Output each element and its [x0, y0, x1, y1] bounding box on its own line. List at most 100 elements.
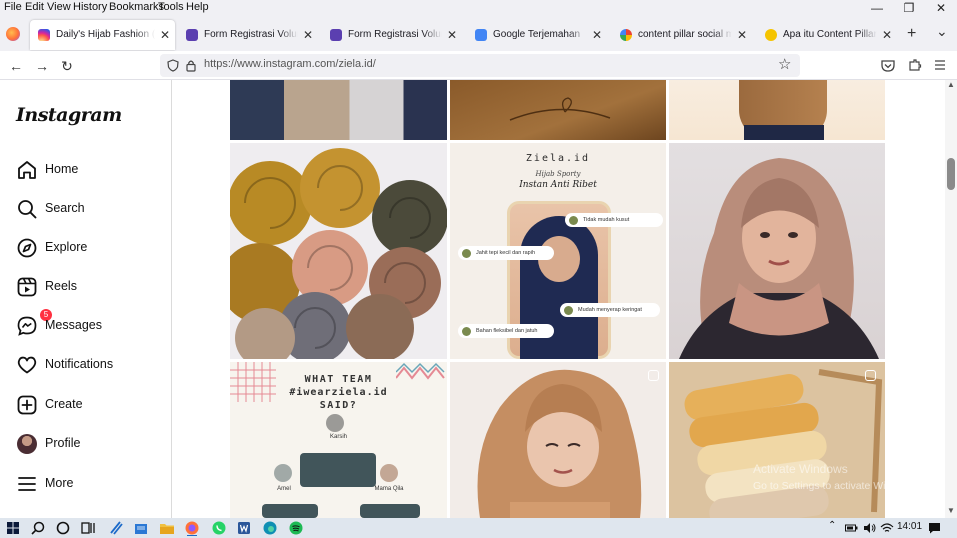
tab-label: Google Terjemahan: [493, 29, 581, 40]
carousel-icon: [865, 370, 876, 381]
post-thumbnail[interactable]: Activate Windows: [669, 362, 885, 518]
menu-tools[interactable]: Tools: [158, 1, 184, 13]
shield-icon[interactable]: [167, 59, 179, 72]
hamburger-menu-icon[interactable]: [934, 59, 946, 71]
visual-studio-code-icon[interactable]: [108, 520, 124, 536]
activate-windows-subtitle: Go to Settings to activate Windows.: [753, 480, 919, 492]
list-tabs-button[interactable]: ⌄: [936, 23, 948, 40]
post-thumbnail[interactable]: [450, 362, 666, 518]
windows-start-icon[interactable]: [5, 520, 21, 536]
volume-icon[interactable]: [863, 522, 877, 534]
tab-content-pillar-search[interactable]: content pillar social media - Google ✕: [612, 20, 752, 50]
menu-view[interactable]: View: [47, 1, 71, 13]
scrollbar-thumb[interactable]: [947, 158, 955, 190]
folded-hijabs-image: [669, 362, 885, 518]
wrapped-hijab-image: [509, 97, 611, 121]
tab-close-icon[interactable]: ✕: [882, 20, 892, 50]
search-icon[interactable]: [30, 520, 46, 536]
tab-label: Form Registrasi Volunteer Jalan: [348, 29, 442, 40]
task-view-icon[interactable]: [80, 520, 96, 536]
edge-icon[interactable]: [262, 520, 278, 536]
restore-button[interactable]: ❐: [894, 1, 924, 17]
instagram-logo[interactable]: Instagram: [16, 104, 122, 126]
tab-form-2[interactable]: Form Registrasi Volunteer Jalan ✕: [322, 20, 462, 50]
testimonial-bubble: [300, 453, 376, 487]
spotify-icon[interactable]: [288, 520, 304, 536]
tab-close-icon[interactable]: ✕: [737, 20, 747, 50]
menu-help[interactable]: Help: [186, 1, 209, 13]
search-icon: [18, 200, 37, 219]
firefox-view-icon[interactable]: [6, 27, 20, 41]
notification-center-icon[interactable]: [928, 522, 941, 534]
testimonial-name: Mama Qila: [374, 486, 404, 492]
forward-button[interactable]: →: [32, 56, 52, 76]
ad-brand: Ziela.id: [525, 153, 591, 164]
battery-icon[interactable]: [845, 522, 858, 534]
testimonial-bubble: [262, 504, 318, 518]
check-icon: [564, 306, 573, 315]
url-text[interactable]: https://www.instagram.com/ziela.id/: [204, 58, 376, 70]
nav-notifications[interactable]: Notifications: [14, 350, 164, 380]
nav-reels[interactable]: Reels: [14, 272, 164, 302]
nav-more[interactable]: More: [14, 469, 164, 499]
firefox-icon[interactable]: [184, 520, 200, 536]
translate-favicon-icon: [475, 29, 487, 41]
post-thumbnail[interactable]: [669, 143, 885, 359]
file-explorer-icon[interactable]: [159, 520, 175, 536]
post-thumbnail[interactable]: [669, 80, 885, 140]
nav-messages[interactable]: 5 Messages: [14, 309, 164, 341]
hijab-model-image: [679, 158, 879, 359]
bookmark-star-icon[interactable]: ☆: [778, 55, 791, 73]
avatar: [274, 464, 292, 482]
google-favicon-icon: [620, 29, 632, 41]
store-icon[interactable]: [133, 520, 149, 536]
close-window-button[interactable]: ✕: [926, 1, 956, 17]
tab-instagram[interactable]: Daily's Hijab Fashion (@ziela.id) ✕: [30, 20, 175, 50]
back-button[interactable]: ←: [6, 56, 26, 76]
post-team-testimonials[interactable]: WHAT TEAM #iwearziela.id SAID? Karsih Am…: [230, 362, 447, 518]
nav-create[interactable]: Create: [14, 390, 164, 420]
show-hidden-icons-icon[interactable]: ⌃: [828, 520, 836, 531]
nav-profile[interactable]: Profile: [14, 429, 164, 459]
word-icon[interactable]: [236, 520, 252, 536]
tab-close-icon[interactable]: ✕: [447, 20, 457, 50]
tab-google-translate[interactable]: Google Terjemahan ✕: [467, 20, 607, 50]
menu-bookmarks[interactable]: Bookmarks: [109, 1, 164, 13]
profile-post-grid: Ziela.id Hijab Sporty Instan Anti Ribet …: [172, 80, 945, 518]
address-bar[interactable]: https://www.instagram.com/ziela.id/ ☆: [160, 54, 800, 77]
post-thumbnail[interactable]: [450, 80, 666, 140]
whatsapp-icon[interactable]: [211, 520, 227, 536]
wifi-icon[interactable]: [880, 522, 894, 534]
reload-button[interactable]: ↻: [57, 56, 77, 76]
taskbar-clock[interactable]: 14:01: [897, 521, 922, 532]
post-ad-hijab-sporty[interactable]: Ziela.id Hijab Sporty Instan Anti Ribet …: [450, 143, 666, 359]
tab-close-icon[interactable]: ✕: [303, 20, 313, 50]
pocket-icon[interactable]: [881, 59, 895, 72]
cortana-icon[interactable]: [55, 520, 71, 536]
nav-home[interactable]: Home: [14, 155, 164, 185]
tab-content-pillar-article[interactable]: Apa itu Content Pillar? Pengertian ✕: [757, 20, 897, 50]
lock-icon[interactable]: [186, 59, 196, 72]
nav-label: Messages: [45, 318, 102, 332]
new-tab-button[interactable]: +: [907, 25, 916, 43]
nav-search[interactable]: Search: [14, 194, 164, 224]
tab-label: Daily's Hijab Fashion (@ziela.id): [56, 29, 155, 40]
menu-edit[interactable]: Edit: [25, 1, 44, 13]
team-hashtag: #iwearziela.id: [289, 387, 388, 398]
tab-close-icon[interactable]: ✕: [160, 20, 170, 50]
post-thumbnail[interactable]: [230, 80, 447, 140]
tab-close-icon[interactable]: ✕: [592, 20, 602, 50]
menu-file[interactable]: File: [4, 1, 22, 13]
scroll-down-icon[interactable]: ▼: [947, 506, 955, 515]
menu-history[interactable]: History: [73, 1, 107, 13]
extensions-icon[interactable]: [908, 58, 922, 72]
nav-explore[interactable]: Explore: [14, 233, 164, 263]
tab-label: Form Registrasi Volunteer Jalan: [204, 29, 298, 40]
minimize-button[interactable]: —: [862, 1, 892, 17]
carousel-icon: [648, 370, 659, 381]
nav-label: Home: [45, 162, 79, 176]
post-thumbnail[interactable]: [230, 143, 447, 359]
tab-form-1[interactable]: Form Registrasi Volunteer Jalan ✕: [178, 20, 318, 50]
page-scrollbar[interactable]: ▲ ▼: [945, 80, 957, 518]
scroll-up-icon[interactable]: ▲: [947, 80, 955, 89]
